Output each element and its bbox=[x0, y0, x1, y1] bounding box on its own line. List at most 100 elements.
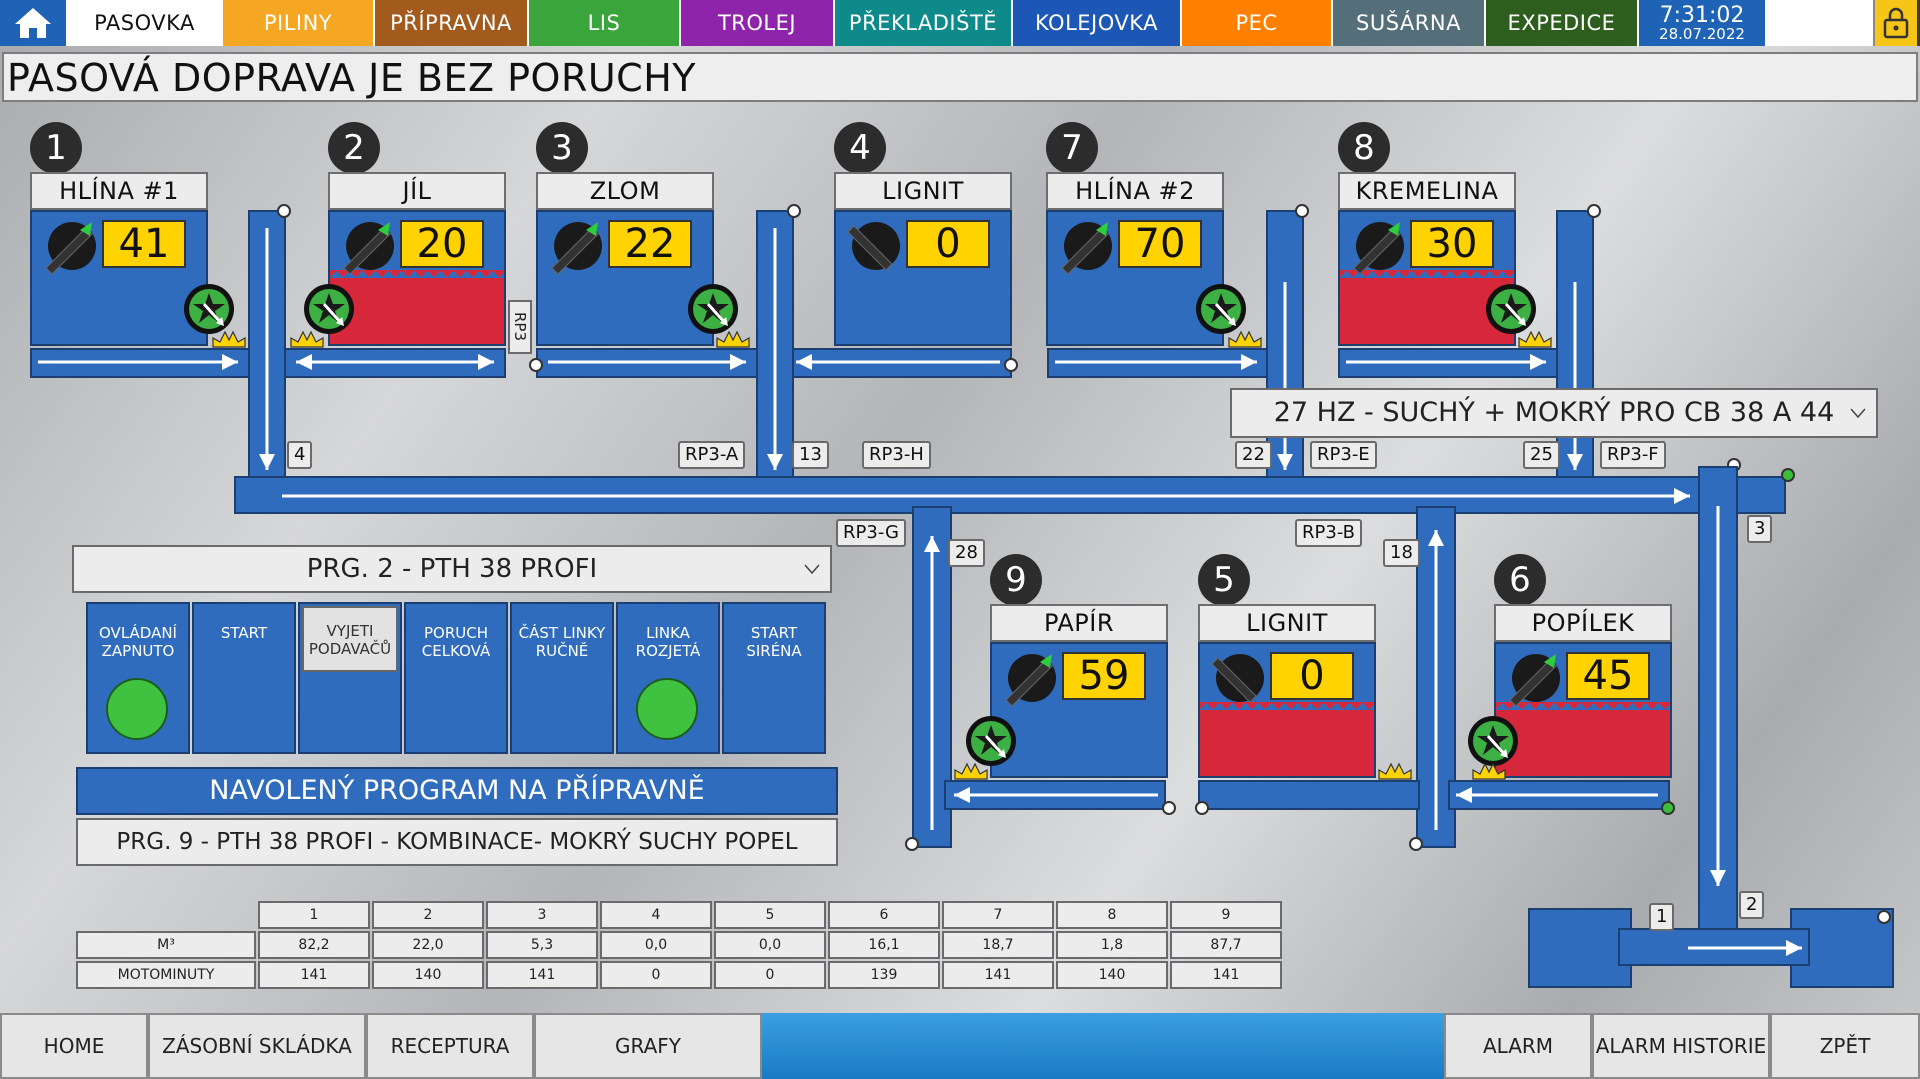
table-cell: 0,0 bbox=[600, 931, 712, 959]
table-header: 3 bbox=[486, 901, 598, 929]
table-cell: 141 bbox=[258, 961, 370, 989]
belt-5 bbox=[1198, 780, 1420, 810]
stock-button[interactable]: ZÁSOBNÍ SKLÁDKA bbox=[148, 1013, 366, 1079]
home-icon[interactable] bbox=[0, 0, 68, 46]
tag-rp3-a: RP3-A bbox=[678, 441, 746, 469]
hopper-4[interactable]: 0 bbox=[834, 210, 1012, 346]
motor-icon[interactable] bbox=[1194, 282, 1248, 336]
motor-icon[interactable] bbox=[1484, 282, 1538, 336]
arrow-right bbox=[38, 354, 238, 370]
nav-tab-5[interactable]: PŘEKLADIŠTĚ bbox=[835, 0, 1013, 46]
control-label: OVLÁDANÍ ZAPNUTO bbox=[99, 624, 177, 660]
motor-icon[interactable] bbox=[302, 282, 356, 336]
table-cell: 87,7 bbox=[1170, 931, 1282, 959]
table-cell: 140 bbox=[372, 961, 484, 989]
control-4[interactable]: ČÁST LINKY RUČNĚ bbox=[510, 602, 614, 754]
tag-rp3-h: RP3-H bbox=[862, 441, 931, 469]
selector-knob-icon[interactable] bbox=[844, 218, 908, 280]
nav-tab-7[interactable]: PEC bbox=[1182, 0, 1333, 46]
tag-2: 2 bbox=[1739, 891, 1765, 919]
table-header: 2 bbox=[372, 901, 484, 929]
status-lamp bbox=[636, 678, 698, 740]
control-2[interactable]: VYJETI PODAVAČŮ bbox=[298, 602, 402, 754]
arrow-down bbox=[1277, 282, 1293, 470]
control-3[interactable]: PORUCH CELKOVÁ bbox=[404, 602, 508, 754]
nav-tab-6[interactable]: KOLEJOVKA bbox=[1013, 0, 1182, 46]
arrow-right bbox=[1346, 354, 1546, 370]
table-header: 4 bbox=[600, 901, 712, 929]
tag-rp3-f: RP3-F bbox=[1600, 441, 1666, 469]
level-sensor-icon bbox=[290, 330, 324, 348]
control-label: PORUCH CELKOVÁ bbox=[421, 624, 491, 660]
mix-select-value: 27 HZ - SUCHÝ + MOKRÝ PRO CB 38 A 44 bbox=[1273, 397, 1835, 428]
arrow-right bbox=[282, 488, 1690, 504]
nav-tab-2[interactable]: PŘÍPRAVNA bbox=[375, 0, 529, 46]
nav-tab-0[interactable]: PASOVKA bbox=[68, 0, 223, 46]
motor-icon[interactable] bbox=[686, 282, 740, 336]
arrow-down bbox=[767, 228, 783, 470]
belt-end-cap bbox=[1295, 204, 1309, 218]
motor-icon[interactable] bbox=[182, 282, 236, 336]
table-cell: 141 bbox=[942, 961, 1054, 989]
motor-icon[interactable] bbox=[964, 714, 1018, 768]
level-sensor-icon bbox=[1472, 762, 1506, 780]
arrow-down bbox=[259, 228, 275, 470]
hopper-name: ZLOM bbox=[536, 172, 714, 210]
clock-date: 28.07.2022 bbox=[1659, 24, 1745, 43]
alarm-history-button[interactable]: ALARM HISTORIE bbox=[1592, 1013, 1770, 1079]
control-1[interactable]: START bbox=[192, 602, 296, 754]
alarm-button[interactable]: ALARM bbox=[1444, 1013, 1592, 1079]
selector-knob-icon[interactable] bbox=[1000, 650, 1064, 712]
lock-icon[interactable] bbox=[1875, 0, 1917, 46]
bottom-navigation: HOME ZÁSOBNÍ SKLÁDKA RECEPTURA GRAFY ALA… bbox=[0, 1013, 1920, 1079]
back-button[interactable]: ZPĚT bbox=[1770, 1013, 1920, 1079]
table-cell: 5,3 bbox=[486, 931, 598, 959]
tag-rp3-e: RP3-E bbox=[1310, 441, 1377, 469]
selector-knob-icon[interactable] bbox=[1056, 218, 1120, 280]
table-cell: 22,0 bbox=[372, 931, 484, 959]
hopper-number-badge: 2 bbox=[328, 122, 380, 174]
nav-tab-3[interactable]: LIS bbox=[529, 0, 681, 46]
hopper-value: 20 bbox=[400, 220, 484, 268]
selector-knob-icon[interactable] bbox=[338, 218, 402, 280]
table-row-label: MOTOMINUTY bbox=[76, 961, 256, 989]
arrow-left bbox=[796, 354, 1000, 370]
hopper-name: LIGNIT bbox=[1198, 604, 1376, 642]
selector-knob-icon[interactable] bbox=[40, 218, 104, 280]
nav-tab-1[interactable]: PILINY bbox=[223, 0, 375, 46]
selector-knob-icon[interactable] bbox=[1348, 218, 1412, 280]
top-navigation: PASOVKA PILINY PŘÍPRAVNA LIS TROLEJ PŘEKLADIŠ… bbox=[0, 0, 1920, 46]
selector-knob-icon[interactable] bbox=[1208, 650, 1272, 712]
arrow-right bbox=[302, 354, 494, 370]
hopper-value: 59 bbox=[1062, 652, 1146, 700]
control-0[interactable]: OVLÁDANÍ ZAPNUTO bbox=[86, 602, 190, 754]
selected-program-title: NAVOLENÝ PROGRAM NA PŘÍPRAVNĚ bbox=[76, 767, 838, 815]
hopper-6[interactable]: 45 bbox=[1494, 642, 1672, 778]
status-message: PASOVÁ DOPRAVA JE BEZ PORUCHY bbox=[2, 52, 1918, 102]
home-button[interactable]: HOME bbox=[0, 1013, 148, 1079]
selector-knob-icon[interactable] bbox=[1504, 650, 1568, 712]
hopper-5[interactable]: 0 bbox=[1198, 642, 1376, 778]
hopper-value: 30 bbox=[1410, 220, 1494, 268]
control-5[interactable]: LINKA ROZJETÁ bbox=[616, 602, 720, 754]
nav-tabs: PASOVKA PILINY PŘÍPRAVNA LIS TROLEJ PŘEKLADIŠ… bbox=[68, 0, 1639, 46]
graphs-button[interactable]: GRAFY bbox=[534, 1013, 762, 1079]
nav-tab-9[interactable]: EXPEDICE bbox=[1486, 0, 1639, 46]
arrow-down bbox=[1710, 506, 1726, 886]
tag-1: 1 bbox=[1649, 903, 1675, 931]
control-label: START SIRÉNA bbox=[746, 624, 802, 660]
selected-program: PRG. 9 - PTH 38 PROFI - KOMBINACE- MOKRÝ… bbox=[76, 818, 838, 866]
program-select[interactable]: PRG. 2 - PTH 38 PROFI bbox=[72, 545, 832, 593]
status-lamp bbox=[106, 678, 168, 740]
control-6[interactable]: START SIRÉNA bbox=[722, 602, 826, 754]
motor-icon[interactable] bbox=[1466, 714, 1520, 768]
nav-tab-8[interactable]: SUŠÁRNA bbox=[1333, 0, 1486, 46]
tag-3: 3 bbox=[1747, 515, 1773, 543]
table-cell: 0,0 bbox=[714, 931, 826, 959]
recipe-button[interactable]: RECEPTURA bbox=[366, 1013, 534, 1079]
mix-select[interactable]: 27 HZ - SUCHÝ + MOKRÝ PRO CB 38 A 44 bbox=[1230, 388, 1878, 438]
nav-tab-4[interactable]: TROLEJ bbox=[681, 0, 835, 46]
hopper-name: HLÍNA #1 bbox=[30, 172, 208, 210]
selector-knob-icon[interactable] bbox=[546, 218, 610, 280]
hopper-value: 0 bbox=[1270, 652, 1354, 700]
